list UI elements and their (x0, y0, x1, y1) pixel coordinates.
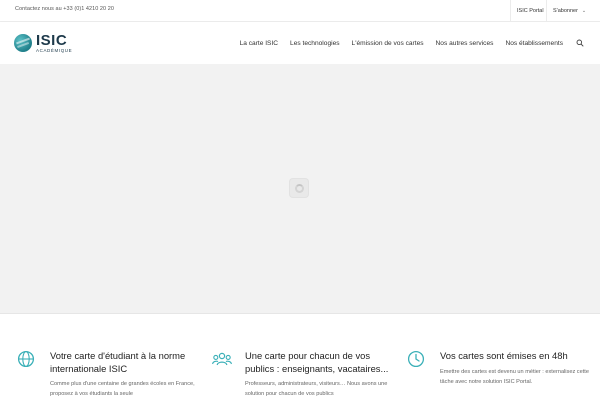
logo-sub-text: ACADÉMIQUE (36, 47, 73, 53)
nav-item-etablissements[interactable]: Nos établissements (505, 40, 563, 47)
logo-main-text: ISIC (36, 31, 68, 49)
feature-text: Professeurs, administrateurs, visiteurs…… (245, 381, 388, 397)
feature-title: Une carte pour chacun de vos publics : e… (245, 350, 389, 374)
feature-title: Votre carte d'étudiant à la norme intern… (50, 350, 186, 374)
site-logo[interactable]: ISIC ACADÉMIQUE (14, 30, 72, 56)
chevron-down-icon: ⌄ (581, 8, 587, 14)
main-header: ISIC ACADÉMIQUE La carte ISIC Les techno… (0, 22, 600, 64)
isic-portal-link[interactable]: ISIC Portal (510, 0, 550, 22)
logo-text: ISIC ACADÉMIQUE (36, 33, 72, 54)
nav-item-emission[interactable]: L'émission de vos cartes (352, 40, 424, 47)
nav-item-autres-services[interactable]: Nos autres services (436, 40, 494, 47)
nav-item-technologies[interactable]: Les technologies (290, 40, 340, 47)
clock-icon (407, 350, 425, 368)
users-icon (212, 350, 232, 368)
globe-icon (17, 350, 35, 368)
search-icon[interactable] (576, 39, 584, 47)
subscribe-label: S'abonner (553, 8, 578, 14)
top-bar: Contactez nous au +33 (0)1 4210 20 20 IS… (0, 0, 600, 22)
subscribe-dropdown[interactable]: S'abonner ⌄ (546, 0, 592, 22)
feature-text: Emettre des cartes est devenu un métier … (440, 369, 589, 385)
logo-globe-icon (14, 34, 32, 52)
nav-item-carte-isic[interactable]: La carte ISIC (240, 40, 278, 47)
hero-slider (0, 64, 600, 314)
contact-phone-text: Contactez nous au +33 (0)1 4210 20 20 (15, 6, 114, 12)
main-nav: La carte ISIC Les technologies L'émissio… (228, 22, 584, 64)
feature-title: Vos cartes sont émises en 48h (440, 350, 568, 361)
loading-spinner-icon (289, 178, 309, 198)
feature-text: Comme plus d'une centaine de grandes éco… (50, 381, 195, 397)
